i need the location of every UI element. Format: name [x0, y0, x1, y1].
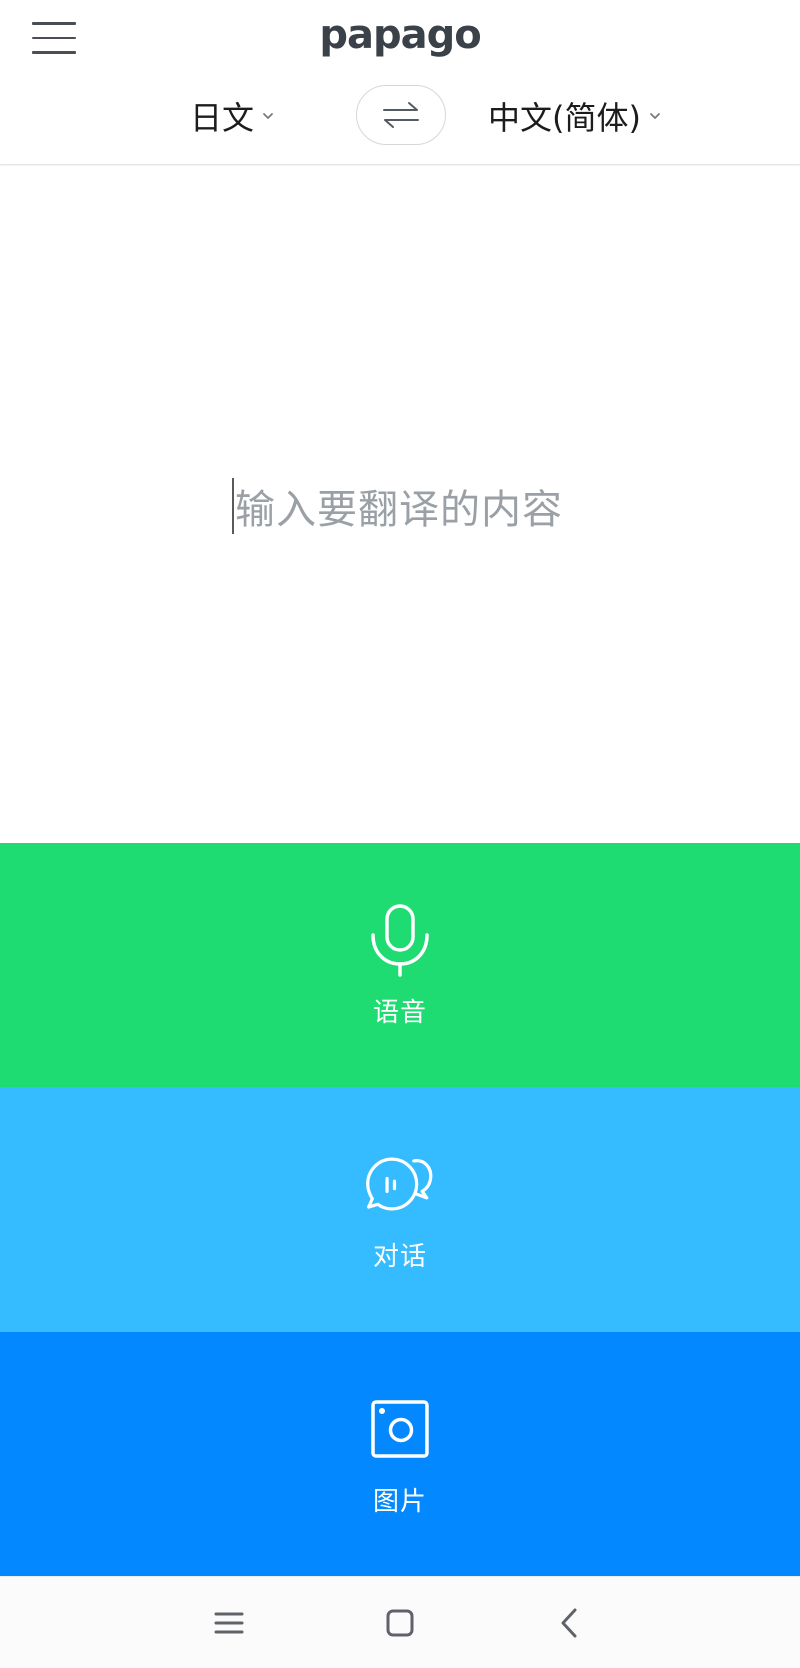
image-label: 图片 — [372, 1486, 427, 1517]
text-input[interactable]: 输入要翻译的内容 — [232, 477, 563, 535]
back-icon — [561, 1608, 577, 1638]
recent-apps-button[interactable] — [205, 1599, 253, 1647]
chat-bubbles-icon — [364, 1146, 436, 1222]
recent-apps-icon — [214, 1612, 244, 1634]
system-navigation-bar — [0, 1576, 800, 1668]
chevron-down-icon — [650, 113, 660, 119]
swap-arrows-icon — [383, 102, 419, 128]
translation-input-area[interactable]: 输入要翻译的内容 — [0, 166, 800, 842]
home-button[interactable] — [376, 1599, 424, 1647]
text-caret — [232, 478, 234, 534]
input-placeholder: 输入要翻译的内容 — [235, 487, 563, 533]
target-language-selector[interactable]: 中文(简体) — [488, 92, 661, 140]
home-icon — [386, 1609, 414, 1637]
conversation-label: 对话 — [372, 1242, 427, 1272]
source-language-label: 日文 — [190, 99, 255, 137]
swap-languages-button[interactable] — [356, 85, 446, 145]
target-language-label: 中文(简体) — [488, 99, 641, 137]
papago-app: papago 日文 中文(简体) 输入要翻译的内容 语音 对话 图片 — [0, 0, 800, 1668]
microphone-icon — [364, 902, 436, 978]
image-button[interactable]: 图片 — [0, 1332, 800, 1576]
header: papago 日文 中文(简体) — [0, 0, 800, 165]
voice-label: 语音 — [372, 997, 427, 1028]
source-language-selector[interactable]: 日文 — [190, 92, 274, 140]
chevron-down-icon — [263, 113, 273, 119]
camera-icon — [364, 1391, 436, 1467]
conversation-button[interactable]: 对话 — [0, 1087, 800, 1332]
app-logo: papago — [319, 12, 481, 58]
back-button[interactable] — [546, 1599, 594, 1647]
voice-button[interactable]: 语音 — [0, 843, 800, 1087]
